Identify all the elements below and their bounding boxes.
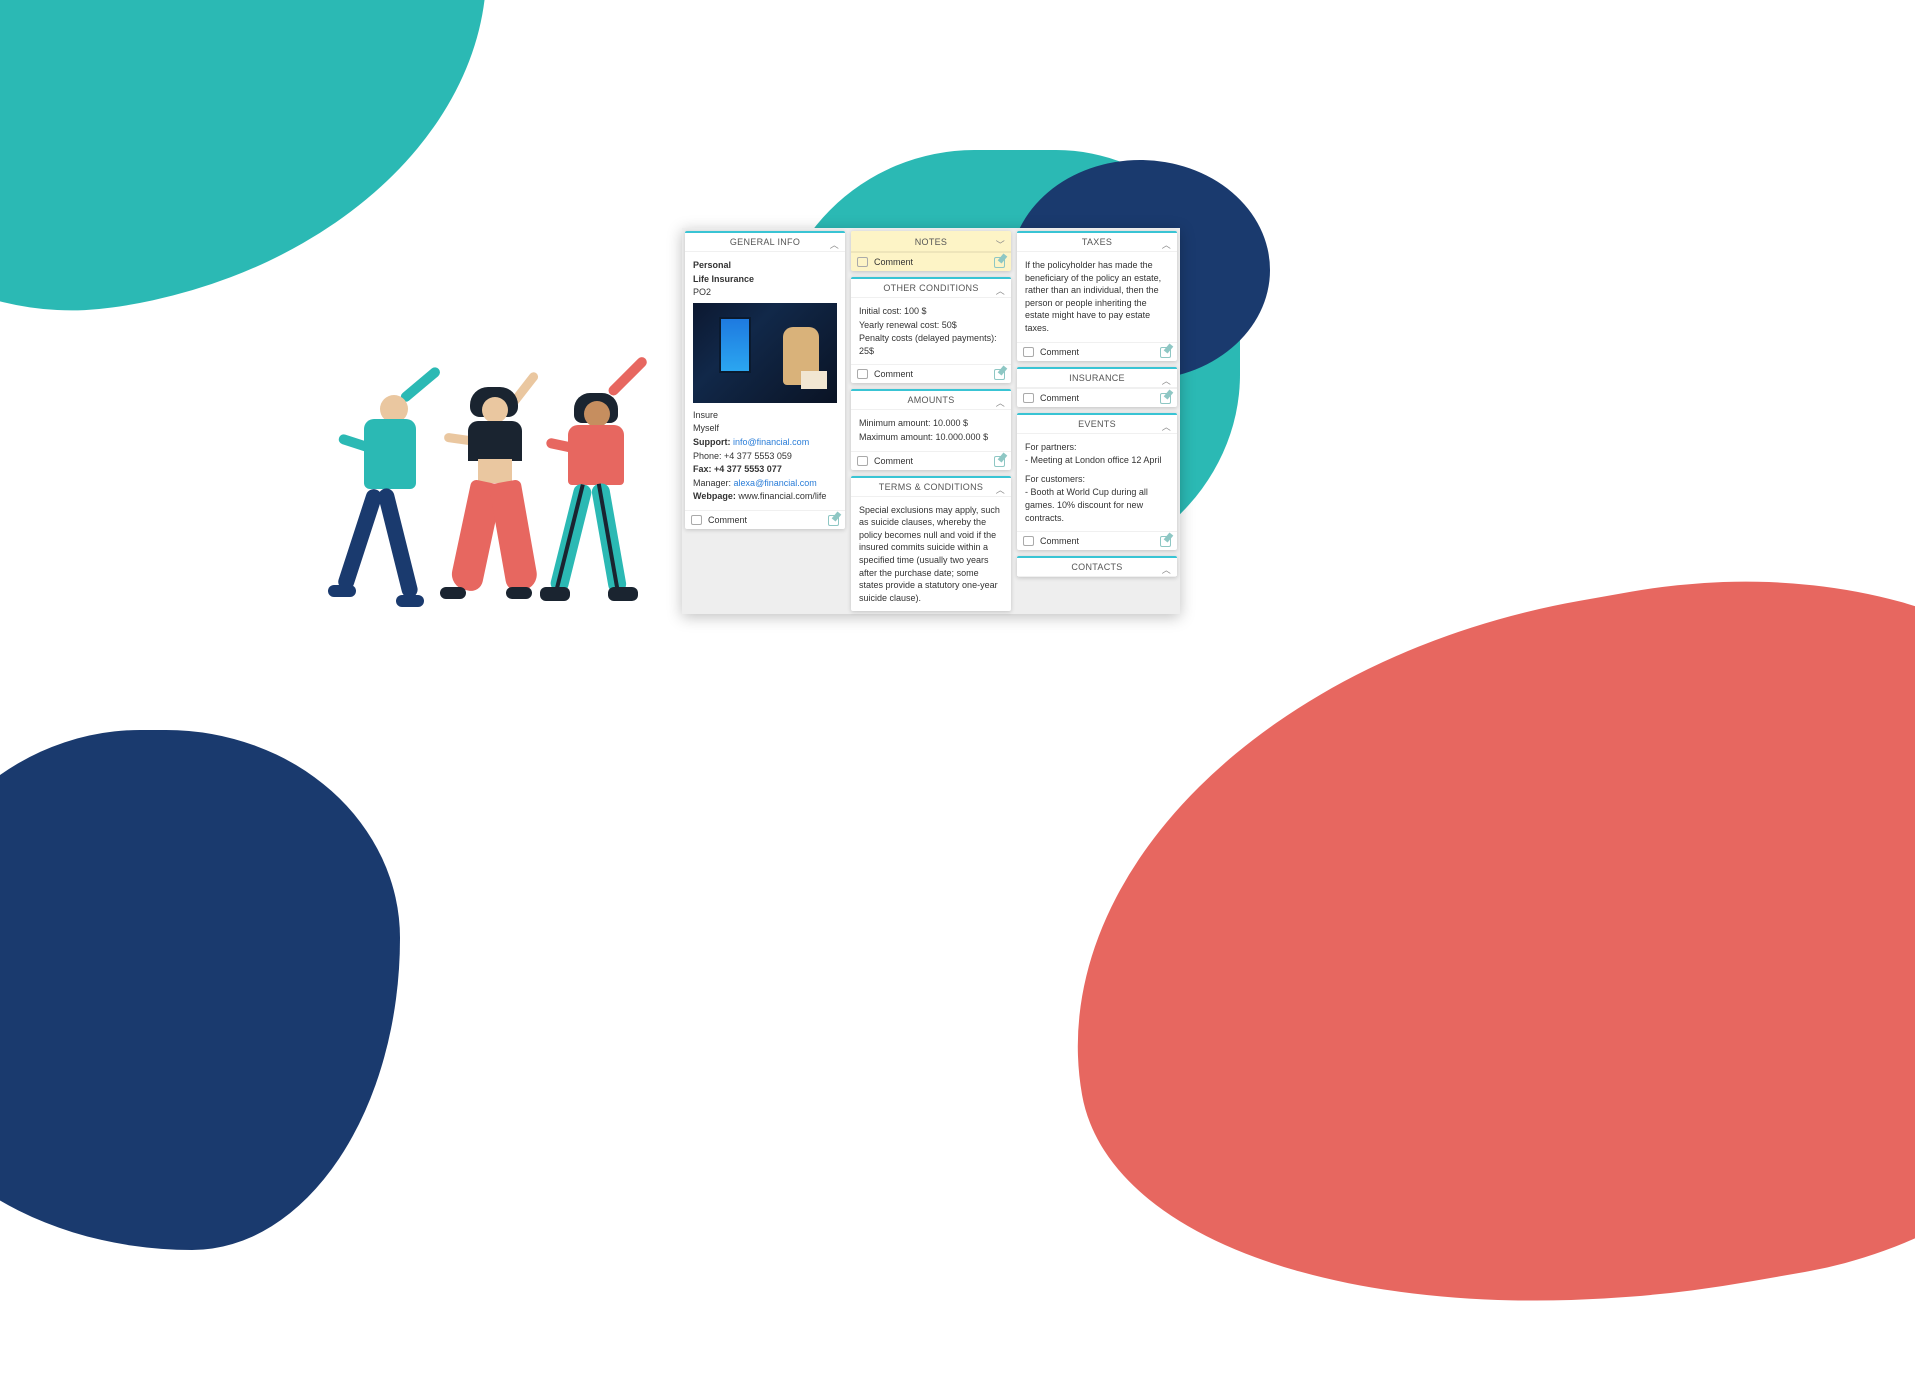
- chevron-up-icon[interactable]: ︿: [1162, 374, 1171, 387]
- gi-phone-label: Phone:: [693, 451, 722, 461]
- comment-label: Comment: [1040, 536, 1079, 546]
- comment-icon: [1023, 347, 1034, 357]
- edit-icon[interactable]: [994, 456, 1005, 467]
- card-header[interactable]: CONTACTS ︿: [1017, 558, 1177, 577]
- card-header[interactable]: EVENTS ︿: [1017, 415, 1177, 434]
- am-l2: Maximum amount: 10.000.000 $: [859, 431, 1003, 444]
- blob-bottom-right: [1013, 510, 1915, 1390]
- gi-support-email[interactable]: info@financial.com: [733, 437, 809, 447]
- card-title: OTHER CONDITIONS: [883, 283, 978, 293]
- edit-icon[interactable]: [994, 369, 1005, 380]
- gi-webpage-label: Webpage:: [693, 491, 736, 501]
- panel-col-3: TAXES ︿ If the policyholder has made the…: [1017, 231, 1177, 611]
- gi-life: Life Insurance: [693, 274, 754, 284]
- gi-phone: +4 377 5553 059: [724, 451, 792, 461]
- comment-row[interactable]: Comment: [851, 364, 1011, 383]
- chevron-up-icon[interactable]: ︿: [1162, 563, 1171, 576]
- chevron-up-icon[interactable]: ︿: [996, 396, 1005, 409]
- card-header[interactable]: TERMS & CONDITIONS ︿: [851, 478, 1011, 497]
- blob-top-left: [0, 0, 528, 347]
- card-title: TERMS & CONDITIONS: [879, 482, 983, 492]
- comment-row[interactable]: Comment: [851, 252, 1011, 271]
- product-image: [693, 303, 837, 403]
- comment-icon: [691, 515, 702, 525]
- gi-manager-label: Manager:: [693, 478, 731, 488]
- card-terms: TERMS & CONDITIONS ︿ Special exclusions …: [851, 476, 1011, 612]
- card-title: EVENTS: [1078, 419, 1116, 429]
- comment-icon: [857, 369, 868, 379]
- gi-fax: Fax: +4 377 5553 077: [693, 464, 782, 474]
- gi-support-label: Support:: [693, 437, 731, 447]
- gi-myself: Myself: [693, 422, 837, 435]
- card-other-conditions: OTHER CONDITIONS ︿ Initial cost: 100 $ Y…: [851, 277, 1011, 383]
- oc-l3: Penalty costs (delayed payments): 25$: [859, 332, 1003, 357]
- gi-personal: Personal: [693, 260, 731, 270]
- card-header[interactable]: OTHER CONDITIONS ︿: [851, 279, 1011, 298]
- comment-row[interactable]: Comment: [685, 510, 845, 529]
- edit-icon[interactable]: [1160, 347, 1171, 358]
- card-header[interactable]: NOTES ﹀: [851, 233, 1011, 252]
- ev-h2: For customers:: [1025, 473, 1169, 486]
- chevron-down-icon[interactable]: ﹀: [996, 238, 1005, 251]
- terms-body: Special exclusions may apply, such as su…: [859, 504, 1003, 605]
- card-title: CONTACTS: [1071, 562, 1122, 572]
- comment-row[interactable]: Comment: [1017, 531, 1177, 550]
- chevron-up-icon[interactable]: ︿: [830, 238, 839, 251]
- card-header[interactable]: AMOUNTS ︿: [851, 391, 1011, 410]
- comment-label: Comment: [874, 257, 913, 267]
- ev-l2: - Booth at World Cup during all games. 1…: [1025, 486, 1169, 524]
- card-title: TAXES: [1082, 237, 1112, 247]
- comment-row[interactable]: Comment: [1017, 388, 1177, 407]
- chevron-up-icon[interactable]: ︿: [1162, 238, 1171, 251]
- gi-code: PO2: [693, 286, 837, 299]
- oc-l2: Yearly renewal cost: 50$: [859, 319, 1003, 332]
- edit-icon[interactable]: [828, 515, 839, 526]
- card-contacts: CONTACTS ︿: [1017, 556, 1177, 577]
- comment-label: Comment: [1040, 347, 1079, 357]
- card-header[interactable]: GENERAL INFO ︿: [685, 233, 845, 252]
- blob-bottom-left: [0, 730, 400, 1250]
- comment-icon: [1023, 393, 1034, 403]
- card-general-info: GENERAL INFO ︿ Personal Life Insurance P…: [685, 231, 845, 529]
- am-l1: Minimum amount: 10.000 $: [859, 417, 1003, 430]
- gi-insure: Insure: [693, 409, 837, 422]
- chevron-up-icon[interactable]: ︿: [996, 483, 1005, 496]
- card-events: EVENTS ︿ For partners: - Meeting at Lond…: [1017, 413, 1177, 551]
- card-title: GENERAL INFO: [730, 237, 800, 247]
- panel-col-2: NOTES ﹀ Comment OTHER CONDITIONS ︿ Initi…: [851, 231, 1011, 611]
- info-panel: GENERAL INFO ︿ Personal Life Insurance P…: [682, 228, 1180, 614]
- comment-icon: [857, 456, 868, 466]
- comment-label: Comment: [874, 369, 913, 379]
- oc-l1: Initial cost: 100 $: [859, 305, 1003, 318]
- chevron-up-icon[interactable]: ︿: [1162, 420, 1171, 433]
- gi-manager-email[interactable]: alexa@financial.com: [734, 478, 817, 488]
- card-header[interactable]: INSURANCE ︿: [1017, 369, 1177, 388]
- comment-icon: [1023, 536, 1034, 546]
- card-notes: NOTES ﹀ Comment: [851, 231, 1011, 271]
- panel-col-1: GENERAL INFO ︿ Personal Life Insurance P…: [685, 231, 845, 611]
- card-title: NOTES: [915, 237, 948, 247]
- ev-l1: - Meeting at London office 12 April: [1025, 454, 1169, 467]
- comment-label: Comment: [874, 456, 913, 466]
- gi-webpage: www.financial.com/life: [738, 491, 826, 501]
- comment-row[interactable]: Comment: [851, 451, 1011, 470]
- card-title: INSURANCE: [1069, 373, 1125, 383]
- edit-icon[interactable]: [1160, 393, 1171, 404]
- card-taxes: TAXES ︿ If the policyholder has made the…: [1017, 231, 1177, 361]
- ev-h1: For partners:: [1025, 441, 1169, 454]
- card-header[interactable]: TAXES ︿: [1017, 233, 1177, 252]
- card-title: AMOUNTS: [907, 395, 954, 405]
- edit-icon[interactable]: [1160, 536, 1171, 547]
- edit-icon[interactable]: [994, 257, 1005, 268]
- comment-label: Comment: [1040, 393, 1079, 403]
- comment-icon: [857, 257, 868, 267]
- taxes-body: If the policyholder has made the benefic…: [1025, 259, 1169, 335]
- card-insurance: INSURANCE ︿ Comment: [1017, 367, 1177, 407]
- card-amounts: AMOUNTS ︿ Minimum amount: 10.000 $ Maxim…: [851, 389, 1011, 469]
- comment-label: Comment: [708, 515, 747, 525]
- comment-row[interactable]: Comment: [1017, 342, 1177, 361]
- dancers-illustration: [330, 375, 670, 635]
- chevron-up-icon[interactable]: ︿: [996, 284, 1005, 297]
